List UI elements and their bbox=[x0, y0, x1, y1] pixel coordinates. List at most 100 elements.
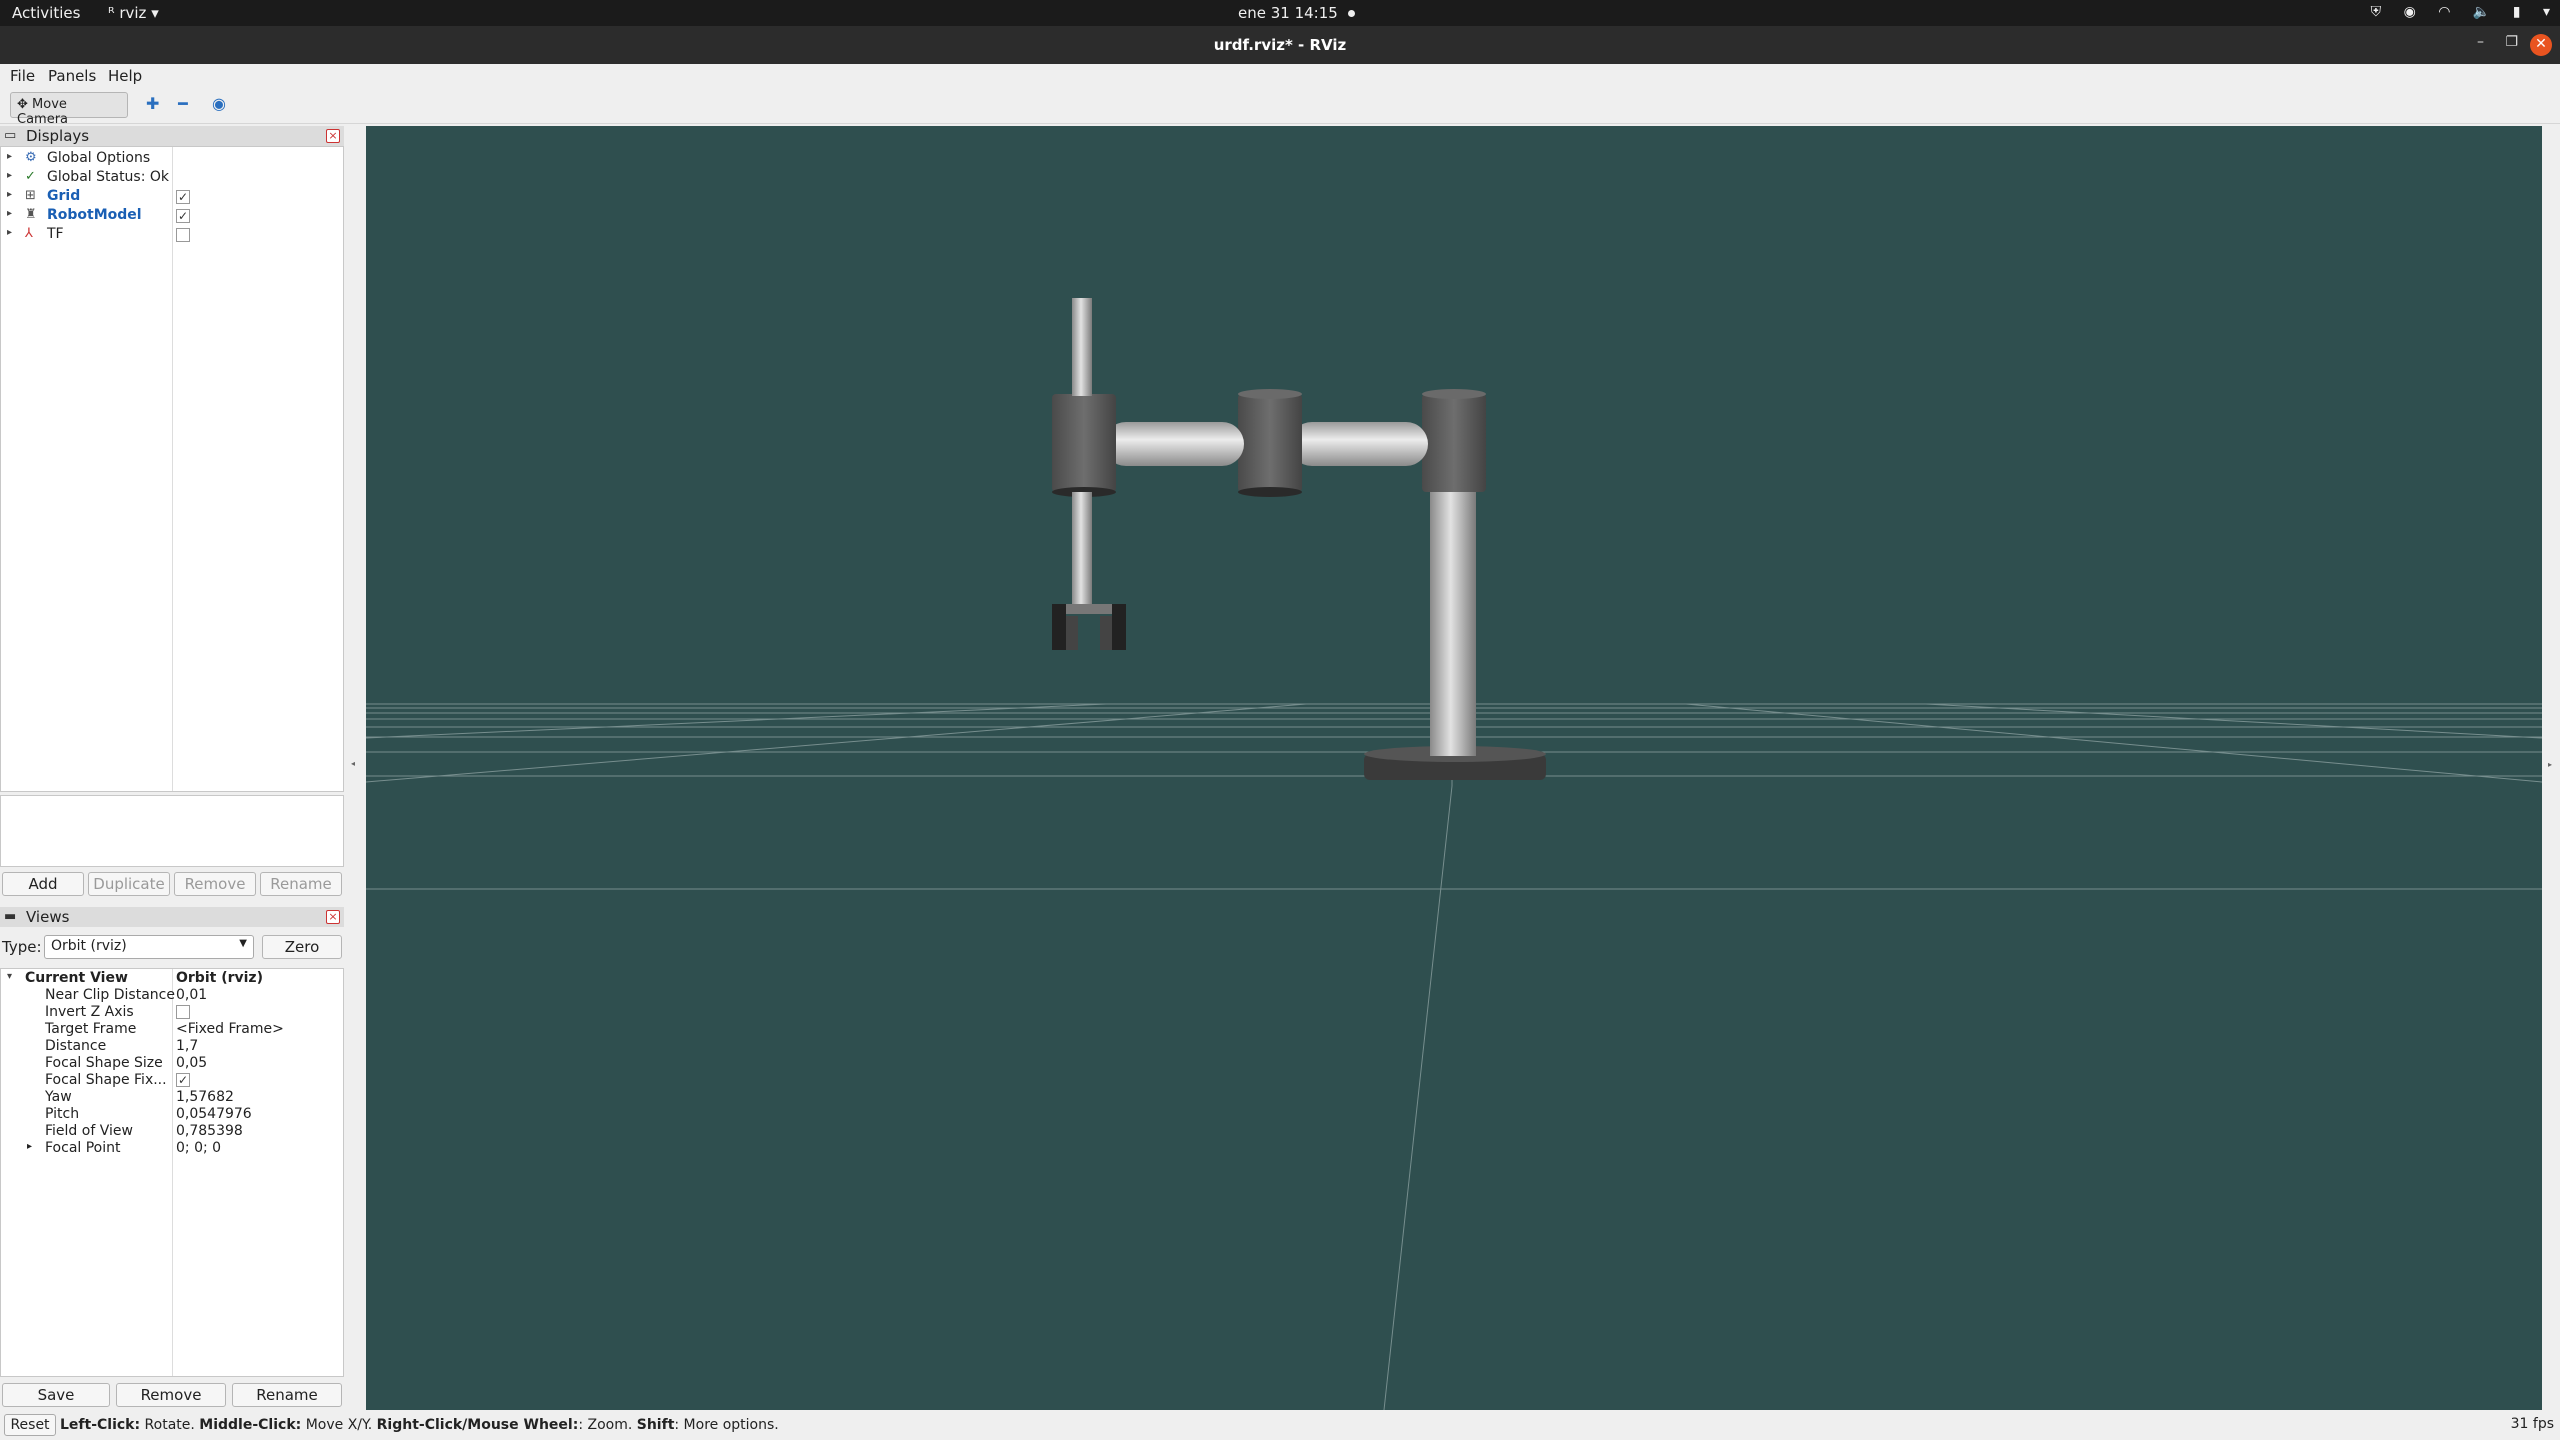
duplicate-display-button[interactable]: Duplicate bbox=[88, 872, 170, 896]
system-tray[interactable]: ⛨ ◉ ◠ 🔈 ▮ ▾ bbox=[2353, 4, 2550, 20]
display-item-grid[interactable]: ▸ ⊞ Grid ✓ bbox=[1, 187, 341, 206]
panel-splitter[interactable]: ◂ bbox=[344, 124, 366, 1410]
app-indicator-icon[interactable]: ◉ bbox=[2404, 4, 2416, 20]
close-icon[interactable]: × bbox=[326, 910, 340, 924]
expand-arrow-icon[interactable]: ▸ bbox=[27, 1141, 32, 1152]
expand-arrow-icon[interactable]: ▸ bbox=[7, 227, 12, 238]
zero-button[interactable]: Zero bbox=[262, 935, 342, 959]
hint-right-click-text: : Zoom. bbox=[578, 1417, 637, 1433]
grid-enabled-checkbox[interactable]: ✓ bbox=[176, 190, 190, 204]
prop-value[interactable]: 0,785398 bbox=[176, 1123, 243, 1139]
displays-tree[interactable]: ▸ ⚙ Global Options ▸ ✓ Global Status: Ok… bbox=[0, 146, 344, 792]
robot-icon: ♜ bbox=[25, 207, 37, 222]
view-prop-invert-z[interactable]: Invert Z Axis bbox=[1, 1004, 341, 1021]
interaction-hint: Left-Click: Rotate. Middle-Click: Move X… bbox=[60, 1417, 779, 1433]
current-view-value: Orbit (rviz) bbox=[176, 970, 263, 986]
current-view-label: Current View bbox=[25, 970, 128, 986]
close-icon[interactable]: × bbox=[326, 129, 340, 143]
view-type-label: Type: bbox=[2, 938, 42, 956]
view-prop-fov[interactable]: Field of View 0,785398 bbox=[1, 1123, 341, 1140]
collapse-right-icon[interactable]: ▸ bbox=[2548, 760, 2552, 769]
volume-icon[interactable]: 🔈 bbox=[2473, 4, 2490, 20]
interact-plus-icon[interactable]: ✚ bbox=[146, 94, 159, 113]
view-prop-focal-shape-size[interactable]: Focal Shape Size 0,05 bbox=[1, 1055, 341, 1072]
display-item-tf[interactable]: ▸ ⅄ TF bbox=[1, 225, 341, 244]
views-tree[interactable]: ▾ Current View Orbit (rviz) Near Clip Di… bbox=[0, 968, 344, 1377]
collapse-arrow-icon[interactable]: ▾ bbox=[7, 971, 12, 982]
expand-arrow-icon[interactable]: ▸ bbox=[7, 170, 12, 181]
render-viewport[interactable] bbox=[366, 126, 2542, 1410]
add-display-button[interactable]: Add bbox=[2, 872, 84, 896]
tf-axes-icon: ⅄ bbox=[25, 226, 33, 241]
prop-value[interactable]: 0; 0; 0 bbox=[176, 1140, 221, 1156]
expand-arrow-icon[interactable]: ▸ bbox=[7, 208, 12, 219]
view-prop-focal-point[interactable]: ▸ Focal Point 0; 0; 0 bbox=[1, 1140, 341, 1157]
battery-icon[interactable]: ▮ bbox=[2513, 4, 2521, 20]
collapse-left-icon[interactable]: ◂ bbox=[351, 759, 355, 768]
shield-icon[interactable]: ⛨ bbox=[2371, 4, 2382, 20]
rename-view-button[interactable]: Rename bbox=[232, 1383, 342, 1407]
minus-icon[interactable]: ━ bbox=[178, 94, 188, 113]
robot-link-forearm bbox=[1104, 422, 1244, 466]
focal-shape-fixed-checkbox[interactable]: ✓ bbox=[176, 1073, 190, 1087]
view-type-select[interactable]: Orbit (rviz) ▼ bbox=[44, 935, 254, 959]
menu-panels[interactable]: Panels bbox=[48, 67, 96, 85]
rename-display-button[interactable]: Rename bbox=[260, 872, 342, 896]
display-item-global-options[interactable]: ▸ ⚙ Global Options bbox=[1, 149, 341, 168]
move-camera-button[interactable]: ✥ Move Camera bbox=[10, 92, 128, 127]
display-item-global-status[interactable]: ▸ ✓ Global Status: Ok bbox=[1, 168, 341, 187]
invert-z-checkbox[interactable] bbox=[176, 1005, 190, 1019]
remove-view-button[interactable]: Remove bbox=[116, 1383, 226, 1407]
remove-display-button[interactable]: Remove bbox=[174, 872, 256, 896]
view-prop-near-clip[interactable]: Near Clip Distance 0,01 bbox=[1, 987, 341, 1004]
view-prop-focal-shape-fixed[interactable]: Focal Shape Fix... ✓ bbox=[1, 1072, 341, 1089]
prop-value[interactable]: 1,7 bbox=[176, 1038, 198, 1054]
robot-top-rod bbox=[1072, 298, 1092, 396]
prop-label: Pitch bbox=[45, 1106, 80, 1122]
menu-help[interactable]: Help bbox=[108, 67, 142, 85]
prop-value[interactable]: 0,05 bbox=[176, 1055, 207, 1071]
prop-label: Target Frame bbox=[45, 1021, 137, 1037]
robot-link-upper bbox=[1290, 422, 1428, 466]
hint-left-click-text: Rotate. bbox=[140, 1417, 200, 1433]
robot-gripper bbox=[1052, 604, 1126, 650]
menu-file[interactable]: File bbox=[10, 67, 35, 85]
view-prop-distance[interactable]: Distance 1,7 bbox=[1, 1038, 341, 1055]
hint-left-click-key: Left-Click: bbox=[60, 1417, 141, 1433]
robotmodel-enabled-checkbox[interactable]: ✓ bbox=[176, 209, 190, 223]
prop-label: Distance bbox=[45, 1038, 107, 1054]
activities-button[interactable]: Activities bbox=[12, 4, 80, 22]
chevron-down-icon[interactable]: ▾ bbox=[2543, 4, 2550, 20]
focus-camera-icon[interactable]: ◉ bbox=[212, 94, 226, 113]
view-prop-yaw[interactable]: Yaw 1,57682 bbox=[1, 1089, 341, 1106]
robot-column bbox=[1430, 486, 1476, 756]
reset-button[interactable]: Reset bbox=[4, 1414, 56, 1436]
prop-value[interactable]: <Fixed Frame> bbox=[176, 1021, 284, 1037]
robot-joint-wrist bbox=[1052, 394, 1116, 492]
chevron-down-icon: ▼ bbox=[239, 938, 247, 949]
expand-arrow-icon[interactable]: ▸ bbox=[7, 189, 12, 200]
restore-icon[interactable]: ❐ bbox=[2505, 34, 2518, 50]
close-icon[interactable]: ✕ bbox=[2530, 34, 2552, 56]
wifi-icon[interactable]: ◠ bbox=[2438, 4, 2450, 20]
move-camera-icon: ✥ bbox=[17, 97, 33, 112]
clock[interactable]: ene 31 14:15 bbox=[1238, 4, 1355, 22]
status-bar: Reset Left-Click: Rotate. Middle-Click: … bbox=[0, 1410, 2560, 1440]
expand-arrow-icon[interactable]: ▸ bbox=[7, 151, 12, 162]
minimize-icon[interactable]: – bbox=[2477, 34, 2484, 50]
monitor-icon: ▭ bbox=[4, 128, 17, 143]
displays-panel-header: ▭ Displays × bbox=[0, 126, 344, 146]
camera-icon: ▬ bbox=[4, 909, 17, 924]
view-prop-pitch[interactable]: Pitch 0,0547976 bbox=[1, 1106, 341, 1123]
tf-enabled-checkbox[interactable] bbox=[176, 228, 190, 242]
display-item-robotmodel[interactable]: ▸ ♜ RobotModel ✓ bbox=[1, 206, 341, 225]
prop-value[interactable]: 0,0547976 bbox=[176, 1106, 252, 1122]
app-menu[interactable]: ᴿ rviz ▾ bbox=[108, 4, 159, 22]
save-view-button[interactable]: Save bbox=[2, 1383, 110, 1407]
prop-value[interactable]: 1,57682 bbox=[176, 1089, 234, 1105]
prop-value[interactable]: 0,01 bbox=[176, 987, 207, 1003]
view-prop-target-frame[interactable]: Target Frame <Fixed Frame> bbox=[1, 1021, 341, 1038]
prop-label: Near Clip Distance bbox=[45, 987, 175, 1003]
prop-label: Focal Shape Size bbox=[45, 1055, 163, 1071]
current-view-row[interactable]: ▾ Current View Orbit (rviz) bbox=[1, 969, 341, 988]
